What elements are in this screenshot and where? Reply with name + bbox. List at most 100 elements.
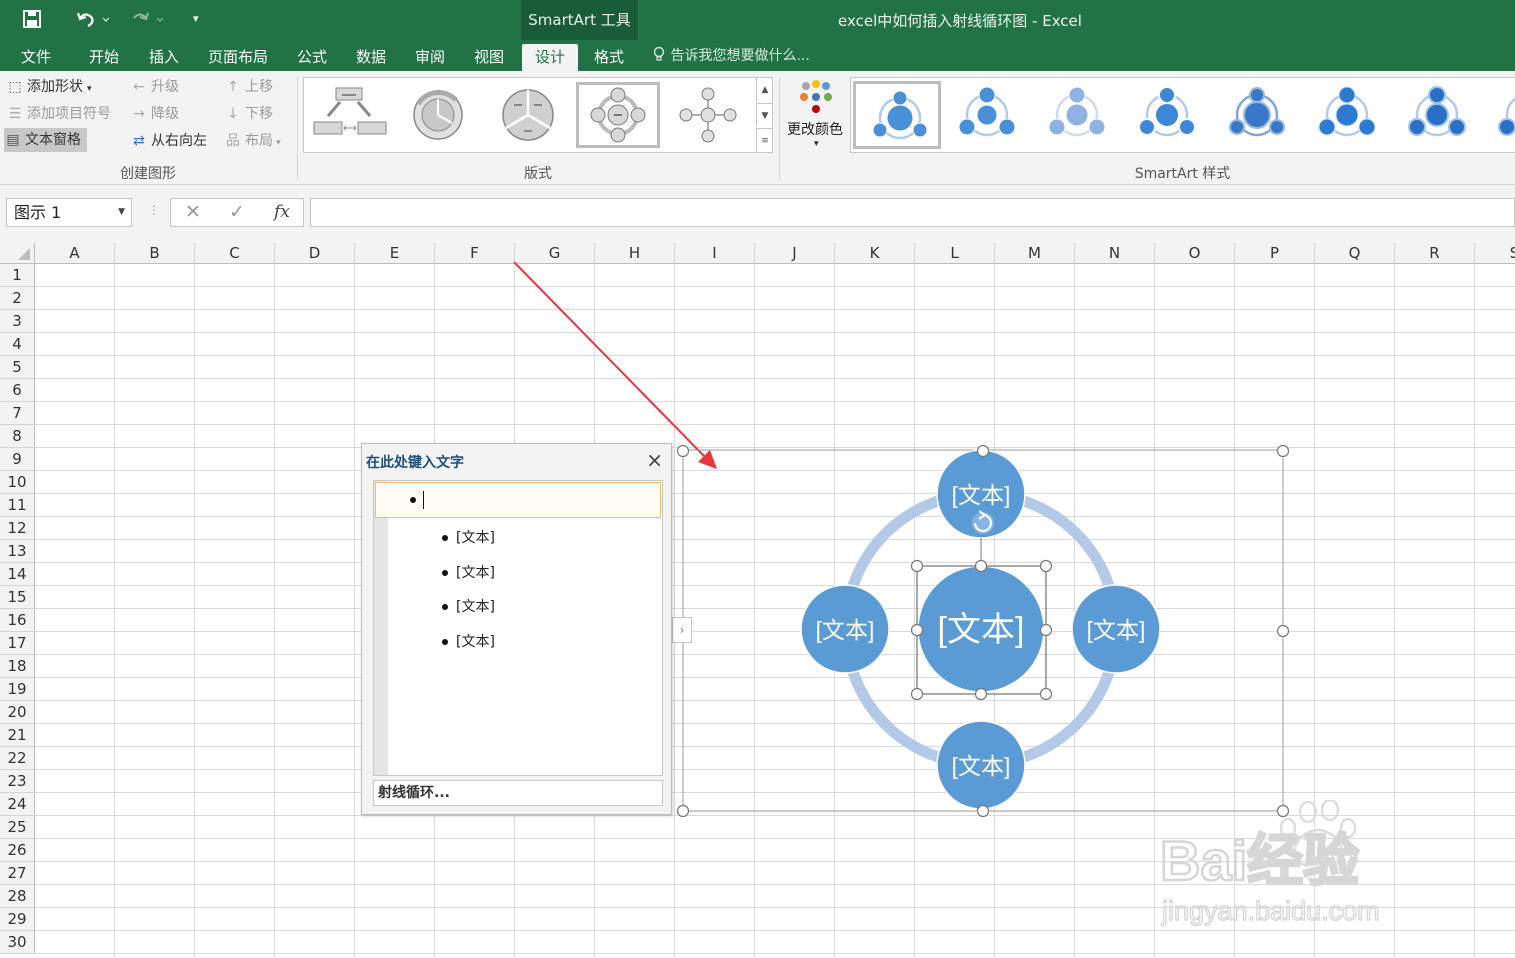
row-header[interactable]: 12: [0, 517, 35, 540]
row-header[interactable]: 5: [0, 356, 35, 379]
tab-insert[interactable]: 插入: [136, 44, 192, 71]
tab-review[interactable]: 审阅: [402, 44, 458, 71]
list-item[interactable]: [文本]: [442, 562, 495, 582]
row-header[interactable]: 1: [0, 264, 35, 287]
layout-option-process[interactable]: [308, 82, 392, 148]
tab-data[interactable]: 数据: [343, 44, 399, 71]
name-box[interactable]: 图示 1 ▼: [6, 198, 132, 227]
style-option-7[interactable]: [1393, 81, 1481, 149]
row-header[interactable]: 24: [0, 793, 35, 816]
gallery-more[interactable]: ≡: [756, 128, 773, 152]
row-header[interactable]: 3: [0, 310, 35, 333]
row-header[interactable]: 28: [0, 885, 35, 908]
right-to-left-button[interactable]: ⇄ 从右向左: [130, 129, 207, 153]
gallery-scroll-up[interactable]: ▲: [756, 78, 773, 102]
column-header[interactable]: K: [835, 243, 915, 264]
layout-option-pie[interactable]: [486, 82, 570, 148]
tell-me-search[interactable]: 告诉我您想要做什么...: [652, 45, 810, 65]
row-header[interactable]: 15: [0, 586, 35, 609]
text-pane-row-active[interactable]: [375, 482, 661, 518]
text-pane-layout-link[interactable]: 射线循环...: [373, 780, 663, 806]
row-header[interactable]: 21: [0, 724, 35, 747]
tab-home[interactable]: 开始: [76, 44, 132, 71]
tab-page-layout[interactable]: 页面布局: [200, 44, 276, 71]
column-header[interactable]: S: [1475, 243, 1515, 264]
column-header[interactable]: C: [195, 243, 275, 264]
row-header[interactable]: 6: [0, 379, 35, 402]
chevron-down-icon[interactable]: ▼: [118, 199, 125, 226]
move-up-button[interactable]: ↑ 上移: [224, 75, 273, 99]
layout-option-radial-cycle-selected[interactable]: [576, 82, 660, 148]
drag-handle-icon[interactable]: ⋮: [148, 203, 160, 217]
row-header[interactable]: 11: [0, 494, 35, 517]
row-header[interactable]: 13: [0, 540, 35, 563]
tab-formulas[interactable]: 公式: [284, 44, 340, 71]
text-pane-list[interactable]: [文本] [文本] [文本] [文本]: [373, 480, 663, 776]
row-header[interactable]: 26: [0, 839, 35, 862]
column-header[interactable]: D: [275, 243, 355, 264]
tab-file[interactable]: 文件: [8, 44, 64, 71]
style-option-8[interactable]: [1483, 81, 1515, 149]
text-pane-button[interactable]: ▤ 文本窗格: [4, 128, 87, 152]
row-header[interactable]: 8: [0, 425, 35, 448]
column-header[interactable]: N: [1075, 243, 1155, 264]
style-option-5[interactable]: [1213, 81, 1301, 149]
column-header[interactable]: F: [435, 243, 515, 264]
column-header[interactable]: J: [755, 243, 835, 264]
list-item[interactable]: [文本]: [442, 596, 495, 616]
change-colors-button[interactable]: 更改颜色 ▾: [784, 77, 848, 155]
tab-view[interactable]: 视图: [461, 44, 517, 71]
style-option-6[interactable]: [1303, 81, 1391, 149]
row-header[interactable]: 27: [0, 862, 35, 885]
enter-check-icon[interactable]: ✓: [229, 199, 245, 226]
layout-button[interactable]: 品布局 ▾: [224, 129, 281, 153]
demote-button[interactable]: → 降级: [130, 102, 179, 126]
row-header[interactable]: 14: [0, 563, 35, 586]
row-header[interactable]: 9: [0, 448, 35, 471]
column-header[interactable]: E: [355, 243, 435, 264]
promote-button[interactable]: ← 升级: [130, 75, 179, 99]
style-option-4[interactable]: [1123, 81, 1211, 149]
row-header[interactable]: 22: [0, 747, 35, 770]
column-header[interactable]: P: [1235, 243, 1315, 264]
add-bullet-button[interactable]: ☰ 添加项目符号: [6, 102, 111, 126]
move-down-button[interactable]: ↓ 下移: [224, 102, 273, 126]
insert-function-icon[interactable]: fx: [274, 199, 290, 226]
row-header[interactable]: 23: [0, 770, 35, 793]
column-header[interactable]: Q: [1315, 243, 1395, 264]
tab-format[interactable]: 格式: [581, 44, 637, 71]
row-header[interactable]: 19: [0, 678, 35, 701]
column-header[interactable]: R: [1395, 243, 1475, 264]
redo-icon[interactable]: [130, 9, 164, 34]
select-all-corner[interactable]: [0, 243, 35, 264]
row-header[interactable]: 7: [0, 402, 35, 425]
layout-option-cycle[interactable]: [396, 82, 480, 148]
row-header[interactable]: 30: [0, 931, 35, 954]
add-shape-button[interactable]: ⬚ 添加形状 ▾: [6, 75, 91, 99]
column-header[interactable]: H: [595, 243, 675, 264]
row-header[interactable]: 20: [0, 701, 35, 724]
formula-input[interactable]: [310, 198, 1515, 227]
row-header[interactable]: 16: [0, 609, 35, 632]
column-header[interactable]: B: [115, 243, 195, 264]
row-header[interactable]: 10: [0, 471, 35, 494]
row-header[interactable]: 29: [0, 908, 35, 931]
row-header[interactable]: 2: [0, 287, 35, 310]
column-header[interactable]: A: [35, 243, 115, 264]
row-header[interactable]: 18: [0, 655, 35, 678]
layout-option-radial-cluster[interactable]: [666, 82, 750, 148]
row-header[interactable]: 17: [0, 632, 35, 655]
column-header[interactable]: L: [915, 243, 995, 264]
style-option-1-selected[interactable]: [853, 81, 941, 149]
list-item[interactable]: [文本]: [442, 527, 495, 547]
list-item[interactable]: [文本]: [442, 631, 495, 651]
gallery-scroll-down[interactable]: ▼: [756, 103, 773, 127]
undo-icon[interactable]: [76, 9, 110, 34]
cancel-icon[interactable]: ✕: [185, 199, 201, 226]
row-header[interactable]: 25: [0, 816, 35, 839]
close-icon[interactable]: ×: [646, 448, 663, 472]
column-header[interactable]: G: [515, 243, 595, 264]
row-header[interactable]: 4: [0, 333, 35, 356]
column-header[interactable]: I: [675, 243, 755, 264]
customize-qat-icon[interactable]: ▾: [193, 12, 199, 25]
